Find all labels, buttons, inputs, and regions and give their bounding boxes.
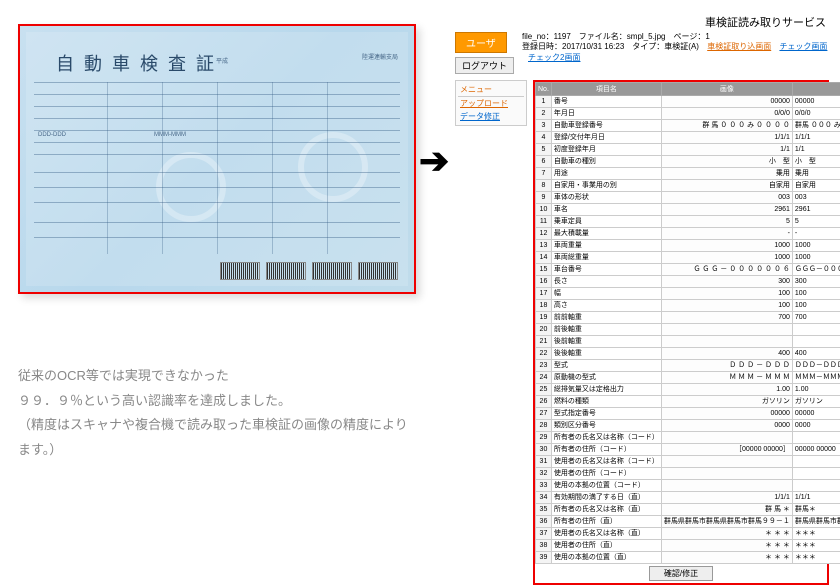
caption: 従来のOCR等では実現できなかった ９９．９％という高い認識率を達成しました。 … — [18, 364, 416, 463]
link-import[interactable]: 車検証取り込画面 — [707, 42, 771, 51]
table-row[interactable]: 25総排気量又は定格出力1.001.00 — [536, 384, 840, 396]
table-row[interactable]: 29所有者の氏名又は名称（コード） — [536, 432, 840, 444]
table-row[interactable]: 9車体の形状003003 — [536, 192, 840, 204]
table-row[interactable]: 12最大積載量-- — [536, 228, 840, 240]
table-row[interactable]: 21後前軸重 — [536, 336, 840, 348]
table-row[interactable]: 14車両総重量10001000 — [536, 252, 840, 264]
table-row[interactable]: 8自家用・事業用の別自家用自家用 — [536, 180, 840, 192]
menu-header: メニュー — [458, 83, 524, 97]
table-row[interactable]: 22後後軸重400400 — [536, 348, 840, 360]
menu-box: メニュー アップロード データ修正 — [455, 80, 527, 126]
doc-bureau: 陸運連輸支局 — [362, 52, 398, 61]
link-check[interactable]: チェック画面 — [779, 42, 827, 51]
vehicle-cert-scan: 自動車検査証 陸運連輸支局 平成 DDD-DDD MMM-MMM — [18, 24, 416, 294]
barcode — [220, 262, 260, 280]
table-row[interactable]: 4登録/交付年月日1/1/11/1/1 — [536, 132, 840, 144]
doc-title: 自動車検査証 — [56, 50, 224, 76]
service-title: 車検証読み取りサービス — [455, 12, 830, 32]
file-info: file_no：1197 ファイル名：smpl_5.jpg ページ：1 登録日時… — [522, 32, 830, 63]
table-row[interactable]: 7用途乗用乗用 — [536, 168, 840, 180]
th-val: 値 — [792, 83, 840, 96]
confirm-correct-button[interactable]: 確認/修正 — [649, 566, 713, 581]
table-row[interactable]: 2年月日0/0/00/0/0 — [536, 108, 840, 120]
table-row[interactable]: 16長さ300300 — [536, 276, 840, 288]
table-row[interactable]: 31使用者の氏名又は名称（コード） — [536, 456, 840, 468]
arrow-icon: ➔ — [419, 140, 449, 182]
table-row[interactable]: 37使用者の氏名又は名称（直）＊ ＊ ＊＊＊＊ — [536, 528, 840, 540]
th-name: 項目名 — [551, 83, 661, 96]
table-row[interactable]: 32使用者の住所（コード） — [536, 468, 840, 480]
barcode — [312, 262, 352, 280]
table-row[interactable]: 18高さ100100 — [536, 300, 840, 312]
table-row[interactable]: 28類別区分番号00000000 — [536, 420, 840, 432]
th-img: 画像 — [661, 83, 792, 96]
logout-button[interactable]: ログアウト — [455, 57, 514, 74]
table-row[interactable]: 11乗車定員55 — [536, 216, 840, 228]
table-row[interactable]: 3自動車登録番号群 馬 ０ ０ ０ み ０ ０ ０ ０群馬 ０００ み ００００ — [536, 120, 840, 132]
table-row[interactable]: 5初度登録年月1/11/1 — [536, 144, 840, 156]
link-check2[interactable]: チェック2画面 — [528, 53, 580, 62]
table-row[interactable]: 24原動機の型式Ｍ Ｍ Ｍ － Ｍ Ｍ ＭＭＭＭ－ＭＭＭ — [536, 372, 840, 384]
table-row[interactable]: 17幅100100 — [536, 288, 840, 300]
table-row[interactable]: 35所有者の氏名又は名称（直）群 馬 ＊群馬＊ — [536, 504, 840, 516]
table-row[interactable]: 34有効期間の満了する日（直）1/1/11/1/1 — [536, 492, 840, 504]
result-table: No. 項目名 画像 値 1番号00000000002年月日0/0/00/0/0… — [535, 82, 840, 564]
barcode — [358, 262, 398, 280]
barcode — [266, 262, 306, 280]
table-row[interactable]: 20前後軸重 — [536, 324, 840, 336]
table-row[interactable]: 1番号0000000000 — [536, 96, 840, 108]
table-row[interactable]: 10車名29612961 — [536, 204, 840, 216]
doc-type-code: DDD-DDD — [38, 132, 66, 138]
table-row[interactable]: 15車台番号Ｇ Ｇ Ｇ － ０ ０ ０ ０ ０ ０ ６ＧＧＧ－０００００００６ — [536, 264, 840, 276]
menu-correct[interactable]: データ修正 — [458, 110, 524, 123]
table-row[interactable]: 30所有者の住所（コード）［00000 00000］00000 00000 — [536, 444, 840, 456]
table-row[interactable]: 19前前軸重700700 — [536, 312, 840, 324]
table-row[interactable]: 6自動車の種別小 型小 型 — [536, 156, 840, 168]
table-row[interactable]: 13車両重量10001000 — [536, 240, 840, 252]
doc-era: 平成 — [216, 56, 228, 65]
doc-engine-code: MMM-MMM — [154, 132, 186, 138]
th-no: No. — [536, 83, 552, 96]
table-row[interactable]: 27型式指定番号0000000000 — [536, 408, 840, 420]
table-row[interactable]: 33使用の本拠の位置（コード） — [536, 480, 840, 492]
table-row[interactable]: 39使用の本拠の位置（直）＊ ＊ ＊＊＊＊ — [536, 552, 840, 564]
table-row[interactable]: 23型式Ｄ Ｄ Ｄ － Ｄ Ｄ ＤＤＤＤ－ＤＤＤ — [536, 360, 840, 372]
user-button[interactable]: ユーザ — [455, 32, 507, 53]
menu-upload[interactable]: アップロード — [458, 97, 524, 110]
table-row[interactable]: 26燃料の種類ガソリンガソリン — [536, 396, 840, 408]
table-row[interactable]: 36所有者の住所（直）群馬県群馬市群馬県群馬市群馬９９－１群馬県群馬市群馬県群馬… — [536, 516, 840, 528]
